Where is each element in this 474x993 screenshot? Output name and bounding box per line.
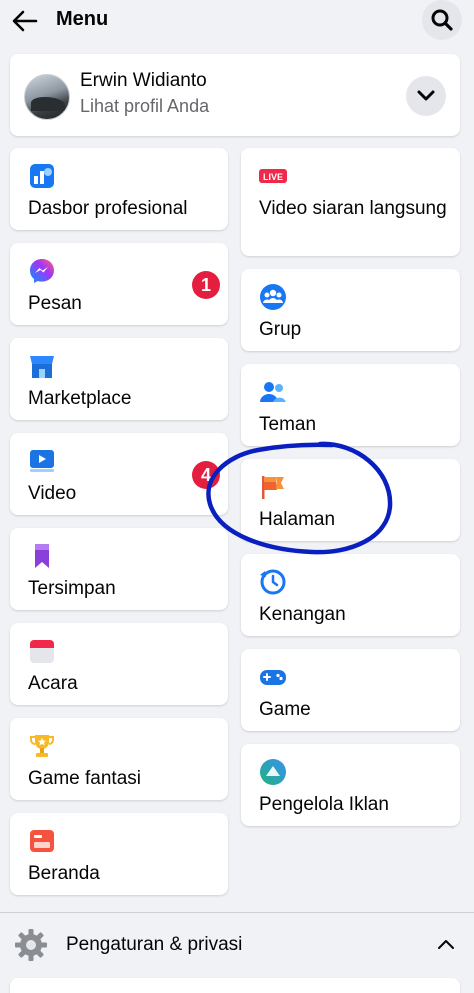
shortcut-video[interactable]: Video 4: [10, 433, 228, 515]
trophy-icon: [30, 735, 54, 757]
expand-profiles-button[interactable]: [406, 76, 446, 116]
shortcut-messages[interactable]: Pesan 1: [10, 243, 228, 325]
profile-name: Erwin Widianto: [80, 70, 207, 91]
shortcut-label: Tersimpan: [28, 578, 116, 599]
chevron-down-icon: [417, 90, 435, 101]
marketplace-icon: [30, 356, 54, 378]
gamepad-icon: [260, 670, 286, 685]
shortcut-label: Kenangan: [259, 604, 346, 625]
shortcut-label: Game fantasi: [28, 768, 141, 789]
shortcut-label: Marketplace: [28, 388, 132, 409]
shortcut-label: Teman: [259, 414, 317, 435]
feeds-icon: [30, 830, 54, 852]
shortcut-label: Pengelola Iklan: [259, 794, 389, 815]
profile-card[interactable]: Erwin Widianto Lihat profil Anda: [10, 54, 460, 136]
shortcut-label: Video: [28, 483, 77, 504]
shortcut-ads-manager[interactable]: Pengelola Iklan: [241, 744, 460, 826]
memories-icon: [260, 569, 286, 595]
notification-badge: 1: [192, 271, 220, 299]
shortcut-label: Beranda: [28, 863, 100, 884]
shortcut-label: Grup: [259, 319, 302, 340]
shortcut-marketplace[interactable]: Marketplace: [10, 338, 228, 420]
notification-badge: 4: [192, 461, 220, 489]
shortcut-gaming[interactable]: Game: [241, 649, 460, 731]
settings-submenu-card: [10, 978, 460, 993]
back-button[interactable]: [10, 6, 40, 36]
page-title: Menu: [56, 8, 109, 30]
calendar-icon: [30, 640, 54, 663]
messenger-icon: [30, 259, 54, 283]
search-icon: [431, 9, 453, 31]
video-icon: [30, 450, 54, 472]
live-icon-text: LIVE: [263, 172, 283, 182]
shortcut-friends[interactable]: Teman: [241, 364, 460, 446]
shortcut-live-video[interactable]: LIVE Video siaran langsung: [241, 148, 460, 256]
top-bar: Menu: [0, 0, 474, 40]
shortcut-label: Dasbor profesional: [28, 198, 188, 219]
shortcut-label: Video siaran langsung: [259, 198, 447, 219]
shortcut-saved[interactable]: Tersimpan: [10, 528, 228, 610]
groups-icon: [260, 284, 286, 310]
shortcut-events[interactable]: Acara: [10, 623, 228, 705]
shortcut-label: Halaman: [259, 509, 336, 530]
shortcut-memories[interactable]: Kenangan: [241, 554, 460, 636]
back-arrow-icon: [12, 10, 38, 32]
shortcut-label: Game: [259, 699, 311, 720]
shortcut-label: Acara: [28, 673, 78, 694]
shortcut-fantasy-games[interactable]: Game fantasi: [10, 718, 228, 800]
shortcut-pages[interactable]: Halaman: [241, 459, 460, 541]
settings-privacy-row[interactable]: Pengaturan & privasi: [0, 914, 474, 976]
gear-icon: [15, 929, 47, 961]
shortcut-label: Pesan: [28, 293, 82, 314]
friends-icon: [260, 382, 286, 402]
pages-flag-icon: [262, 476, 284, 499]
avatar: [24, 74, 70, 120]
shortcut-professional-dashboard[interactable]: Dasbor profesional: [10, 148, 228, 230]
bookmark-icon: [35, 544, 49, 568]
shortcut-feeds[interactable]: Beranda: [10, 813, 228, 895]
settings-label: Pengaturan & privasi: [66, 934, 243, 955]
ads-manager-icon: [260, 759, 286, 785]
professional-dashboard-icon: [30, 164, 54, 188]
live-icon: LIVE: [259, 169, 287, 183]
profile-subtitle: Lihat profil Anda: [80, 96, 210, 116]
search-button[interactable]: [422, 0, 462, 40]
section-divider: [0, 912, 474, 913]
chevron-up-icon: [438, 940, 454, 949]
shortcut-groups[interactable]: Grup: [241, 269, 460, 351]
